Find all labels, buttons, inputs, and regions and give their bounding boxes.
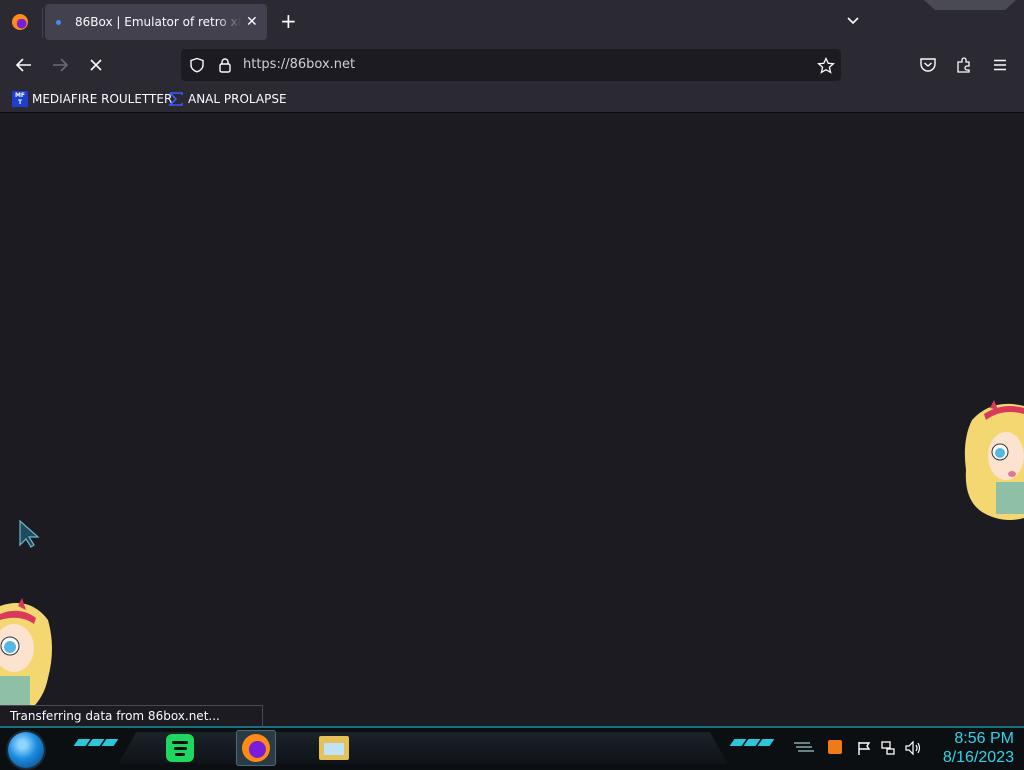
tab-close-icon[interactable]: ✕ [246,14,258,30]
tab-86box[interactable]: 86Box | Emulator of retro x86-based mach… [45,4,267,40]
network-icon [881,741,895,755]
star-bookmark-icon[interactable] [817,57,835,75]
clock-time: 8:56 PM [954,730,1014,747]
window-frame-decoration [924,0,1016,10]
cartoon-character-sticker-left [0,598,52,716]
sigma-favicon-icon [168,92,183,106]
tab-loading-icon [56,19,61,25]
pocket-icon [920,58,936,72]
bookmarks-toolbar: MF T MEDIAFIRE ROULETTER ANAL PROLAPSE [0,86,1024,113]
mft-favicon-icon: MF T [12,91,28,107]
tray-app-orange[interactable] [828,740,842,754]
app-menu-button[interactable] [990,55,1010,75]
bookmark-mediafire-rouletter[interactable]: MF T MEDIAFIRE ROULETTER [12,91,172,107]
firefox-menu-icon[interactable] [12,14,28,30]
taskbar-firefox[interactable] [236,730,276,766]
taskbar-spotify[interactable] [160,730,200,766]
chevron-down-icon [847,17,859,25]
stop-x-icon [90,59,102,71]
forward-button[interactable] [50,55,70,75]
cartoon-character-sticker-right [964,400,1024,520]
mouse-cursor-icon [19,519,40,548]
taskbar-file-explorer[interactable] [314,730,354,766]
bookmark-label: MEDIAFIRE ROULETTER [32,92,173,106]
pocket-button[interactable] [918,55,938,75]
taskbar-decoration-left [73,739,119,746]
tray-network[interactable] [880,740,896,756]
tray-app-icon [828,740,842,754]
stop-button[interactable] [86,55,106,75]
firefox-icon [242,734,270,762]
shield-icon[interactable] [189,57,205,73]
status-panel: Transferring data from 86box.net... [0,705,263,727]
taskbar-decoration-right [729,739,775,746]
tray-volume[interactable] [904,740,922,756]
system-clock[interactable]: 8:56 PM 8/16/2023 [930,729,1014,767]
start-button[interactable] [8,732,44,768]
lock-icon[interactable] [217,57,233,73]
tray-action-center[interactable] [856,740,872,756]
new-tab-button[interactable]: + [280,10,297,32]
spotify-icon [166,734,194,762]
puzzle-icon [957,57,970,73]
page-content-area[interactable] [0,113,1024,725]
list-all-tabs-button[interactable] [845,12,861,32]
back-button[interactable] [14,55,34,75]
tab-divider [42,8,43,38]
taskbar-app-area [118,732,728,764]
file-explorer-icon [319,736,349,760]
navigation-toolbar: https://86box.net [0,44,1024,86]
bookmark-anal-prolapse[interactable]: ANAL PROLAPSE [168,91,287,107]
flag-icon [858,742,871,755]
arrow-left-icon [15,58,31,72]
tray-overflow-icon [794,742,814,752]
speaker-icon [905,740,921,756]
url-text[interactable]: https://86box.net [243,57,355,72]
arrow-right-icon [53,58,69,72]
url-bar[interactable]: https://86box.net [181,49,841,81]
show-hidden-icons-button[interactable] [792,740,814,754]
hamburger-menu-icon [994,59,1006,71]
taskbar: 8:56 PM 8/16/2023 [0,726,1024,770]
tab-strip: 86Box | Emulator of retro x86-based mach… [0,0,1024,44]
bookmark-label: ANAL PROLAPSE [188,92,287,106]
tab-title: 86Box | Emulator of retro x86-based mach… [75,15,241,29]
clock-date: 8/16/2023 [942,749,1014,766]
extensions-button[interactable] [954,55,974,75]
